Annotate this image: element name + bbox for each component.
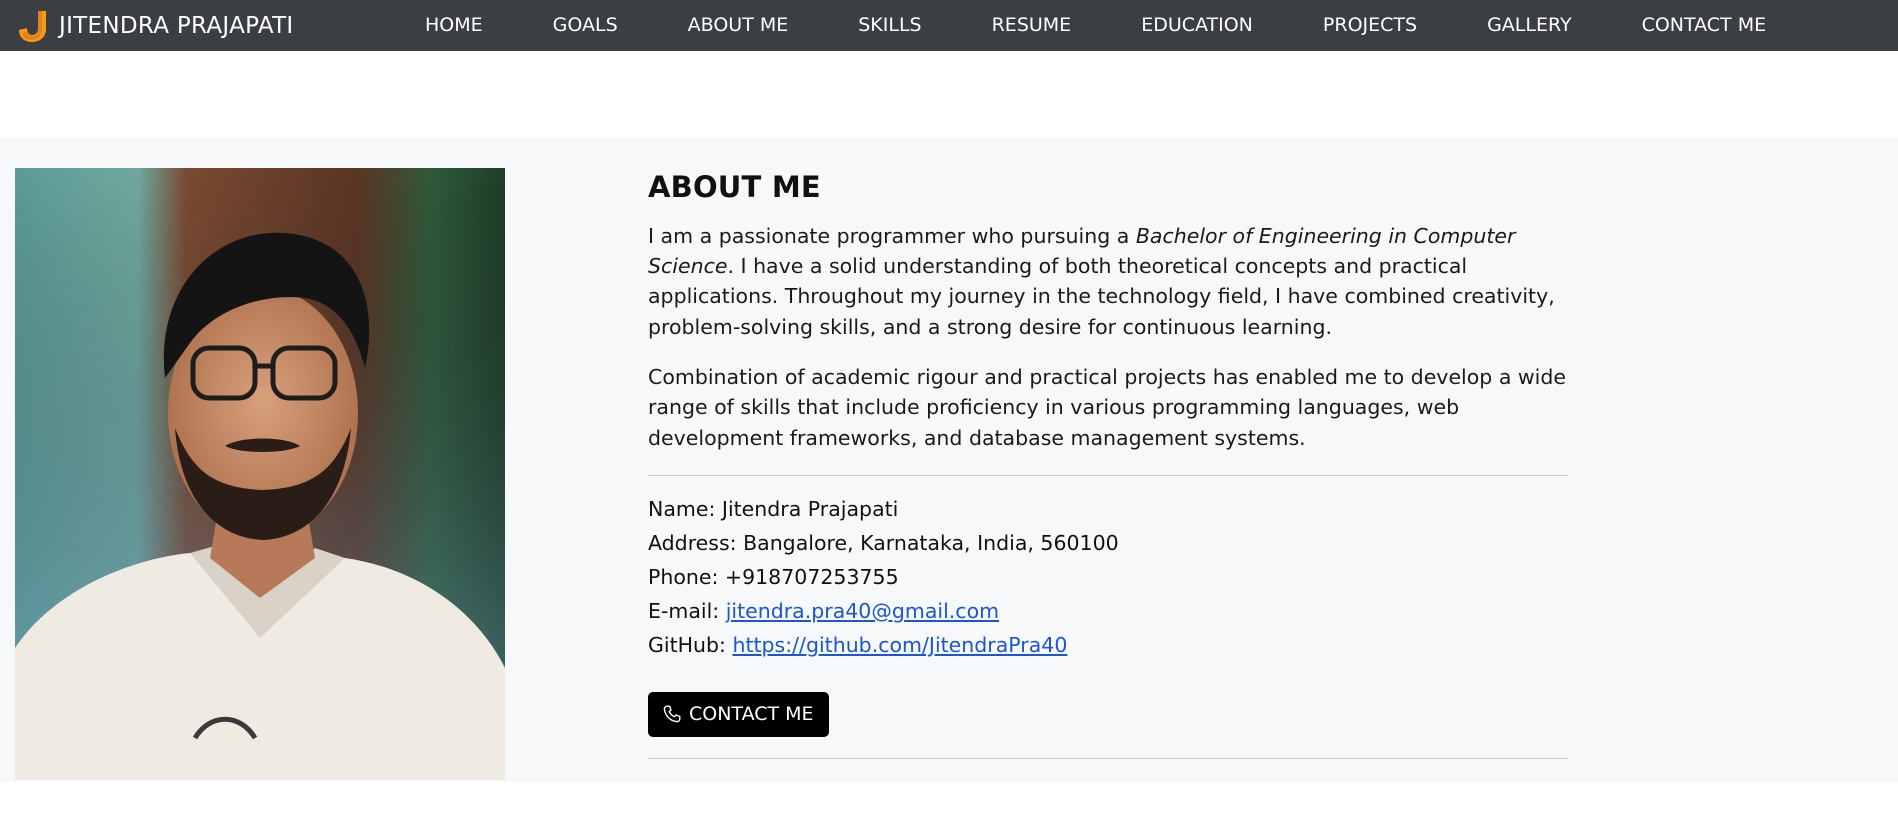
nav-link-about[interactable]: ABOUT ME [653, 0, 824, 51]
nav-item-about: ABOUT ME [653, 0, 824, 51]
para1-text-start: I am a passionate programmer who pursuin… [648, 223, 1136, 248]
nav-item-education: EDUCATION [1106, 0, 1288, 51]
profile-photo [15, 168, 505, 780]
nav-link-contact[interactable]: CONTACT ME [1607, 0, 1802, 51]
nav-link-home[interactable]: HOME [390, 0, 518, 51]
github-label: GitHub: [648, 632, 733, 657]
info-address: Address: Bangalore, Karnataka, India, 56… [648, 530, 1119, 555]
profile-photo-illustration [15, 168, 505, 780]
about-section: ABOUT ME I am a passionate programmer wh… [0, 138, 1898, 782]
email-link[interactable]: jitendra.pra40@gmail.com [726, 599, 999, 623]
nav-item-contact: CONTACT ME [1607, 0, 1802, 51]
nav-links: HOME GOALS ABOUT ME SKILLS RESUME EDUCAT… [390, 0, 1801, 51]
section-title: ABOUT ME [648, 170, 821, 204]
nav-item-gallery: GALLERY [1452, 0, 1607, 51]
about-paragraph-1: I am a passionate programmer who pursuin… [648, 221, 1568, 342]
brand-name: JITENDRA PRAJAPATI [59, 12, 294, 39]
info-email: E-mail: jitendra.pra40@gmail.com [648, 594, 1568, 628]
contact-me-label: CONTACT ME [689, 703, 814, 726]
nav-link-gallery[interactable]: GALLERY [1452, 0, 1607, 51]
info-name: Name: Jitendra Prajapati [648, 496, 899, 521]
nav-link-education[interactable]: EDUCATION [1106, 0, 1288, 51]
contact-me-button[interactable]: CONTACT ME [648, 691, 829, 737]
nav-link-skills[interactable]: SKILLS [823, 0, 956, 51]
navbar: JITENDRA PRAJAPATI HOME GOALS ABOUT ME S… [0, 0, 1898, 51]
phone-icon [663, 705, 681, 723]
info-phone: Phone: +918707253755 [648, 564, 899, 589]
divider [648, 474, 1568, 476]
about-content: ABOUT ME I am a passionate programmer wh… [648, 168, 1568, 759]
nav-item-projects: PROJECTS [1288, 0, 1452, 51]
nav-item-skills: SKILLS [823, 0, 956, 51]
nav-item-home: HOME [390, 0, 518, 51]
github-link[interactable]: https://github.com/JitendraPra40 [732, 633, 1067, 657]
about-paragraph-2: Combination of academic rigour and pract… [648, 364, 1566, 450]
divider-bottom [648, 757, 1568, 759]
nav-link-goals[interactable]: GOALS [518, 0, 653, 51]
nav-item-goals: GOALS [518, 0, 653, 51]
para1-text-end: . I have a solid understanding of both t… [648, 254, 1555, 339]
info-github: GitHub: https://github.com/JitendraPra40 [648, 628, 1568, 662]
email-label: E-mail: [648, 598, 726, 623]
j-logo-icon [19, 10, 46, 42]
brand-link[interactable]: JITENDRA PRAJAPATI [16, 0, 294, 51]
contact-info-list: Name: Jitendra Prajapati Address: Bangal… [648, 492, 1568, 662]
nav-link-projects[interactable]: PROJECTS [1288, 0, 1452, 51]
nav-item-resume: RESUME [957, 0, 1107, 51]
nav-link-resume[interactable]: RESUME [957, 0, 1107, 51]
